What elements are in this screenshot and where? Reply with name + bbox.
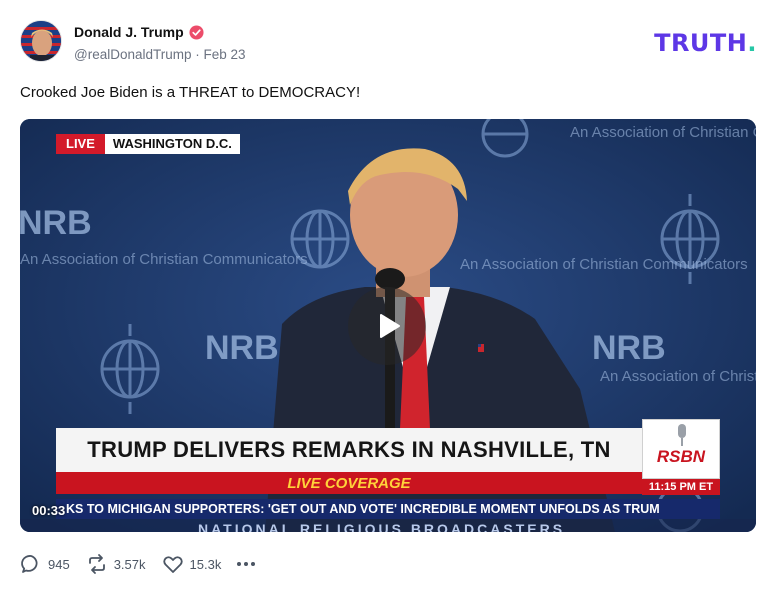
heart-icon [162,556,183,573]
retruth-icon [88,554,105,574]
live-coverage-bar: LIVE COVERAGE [56,472,642,494]
post-date[interactable]: Feb 23 [204,47,246,62]
retruth-button[interactable]: 3.57k [86,553,146,575]
author-name-row: Donald J. Trump [74,24,204,40]
reply-count: 945 [48,556,70,572]
live-badge: LIVE WASHINGTON D.C. [56,134,240,154]
author-handle[interactable]: @realDonaldTrump [74,47,192,62]
backdrop-org-left: NRB [20,204,92,242]
meta-separator: · [195,47,200,62]
backdrop-tag-top: An Association of Christian Communicator… [570,124,756,141]
microphone-icon [678,424,686,446]
play-button[interactable] [348,287,426,365]
avatar[interactable] [20,20,62,62]
reply-button[interactable]: 945 [20,553,70,575]
post-actions: 945 3.57k 15.3k [20,552,256,576]
network-logo: RSBN [642,419,720,479]
headline-lower-third: TRUMP DELIVERS REMARKS IN NASHVILLE, TN [56,428,642,472]
live-label: LIVE [56,134,105,154]
video-timestamp: 00:33 [32,503,66,518]
retruth-count: 3.57k [113,556,146,572]
play-icon [380,314,400,338]
backdrop-org-right: NRB [592,329,666,367]
network-time: 11:15 PM ET [642,479,720,495]
post-text: Crooked Joe Biden is a THREAT to DEMOCRA… [20,84,361,101]
more-dots-icon[interactable] [237,552,256,576]
comment-icon [21,555,38,573]
video-player[interactable]: NRB NRB NRB An Association of Christian … [20,119,756,532]
backdrop-tag-left: An Association of Christian Communicator… [20,251,308,268]
brand-dot: . [747,29,757,57]
brand-text: TRUTH [654,29,748,57]
author-name[interactable]: Donald J. Trump [74,24,184,40]
bottom-banner-text: NATIONAL RELIGIOUS BROADCASTERS [198,521,565,532]
bottom-banner: NATIONAL RELIGIOUS BROADCASTERS [20,519,756,532]
network-name: RSBN [656,447,706,466]
post-header: Donald J. Trump @realDonaldTrump · Feb 2… [20,20,757,66]
location-label: WASHINGTON D.C. [104,134,240,154]
backdrop-tag-right: An Association of Christian Communicator… [600,368,756,385]
ticker-text: KS TO MICHIGAN SUPPORTERS: 'GET OUT AND … [66,502,660,516]
author-meta: @realDonaldTrump · Feb 23 [74,47,246,62]
verified-badge-icon [189,24,204,40]
avatar-portrait-icon [21,21,61,61]
like-button[interactable]: 15.3k [162,553,222,575]
headline-text: TRUMP DELIVERS REMARKS IN NASHVILLE, TN [87,437,611,462]
truth-logo[interactable]: TRUTH. [654,29,757,57]
like-count: 15.3k [189,556,222,572]
coverage-text: LIVE COVERAGE [287,474,411,492]
backdrop-tag-center: An Association of Christian Communicator… [460,256,748,273]
news-ticker: KS TO MICHIGAN SUPPORTERS: 'GET OUT AND … [56,499,720,519]
backdrop-org-center: NRB [205,329,279,367]
